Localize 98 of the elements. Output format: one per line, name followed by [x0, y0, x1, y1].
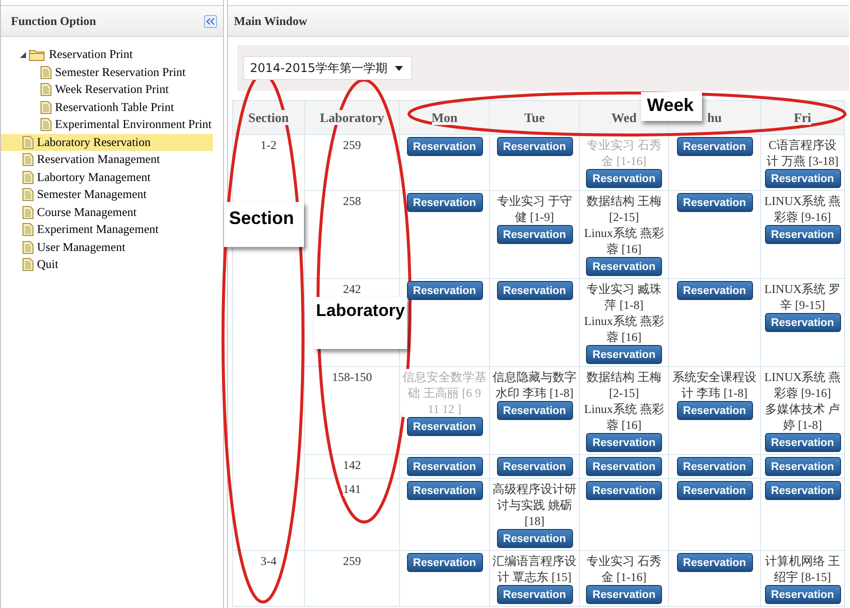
reservation-button[interactable]: Reservation [496, 281, 572, 300]
tree-item[interactable]: Reservationh Table Print [1, 98, 223, 116]
reservation-button[interactable]: Reservation [586, 481, 662, 500]
tree-item[interactable]: Semester Reservation Print [1, 64, 223, 81]
reservation-button[interactable]: Reservation [406, 137, 482, 156]
reservation-button[interactable]: Reservation [406, 281, 482, 300]
document-icon [22, 188, 34, 202]
collapse-button[interactable] [204, 14, 217, 28]
course-entry: 多媒体技术 卢婷 [1-8] [763, 401, 842, 433]
document-icon [40, 118, 52, 132]
course-entry: LINUX系统 燕彩蓉 [9-16] [763, 369, 842, 401]
tree-item[interactable]: Reservation Management [1, 151, 223, 168]
course-entry: LINUX系统 罗辛 [9-15] [763, 281, 842, 313]
tree-item[interactable]: Semester Management [1, 186, 223, 204]
tree-item[interactable]: Experiment Management [1, 221, 223, 238]
column-header: Laboratory [320, 110, 384, 125]
reservation-button[interactable]: Reservation [676, 481, 752, 500]
collapse-triangle-icon[interactable] [20, 52, 26, 58]
tree-item[interactable]: Experimental Environment Print [1, 116, 223, 134]
section-label: 1-2 [260, 138, 276, 152]
course-entry: Linux系统 燕彩蓉 [16] [582, 401, 666, 433]
reservation-button[interactable]: Reservation [676, 137, 752, 156]
folder-icon [29, 48, 46, 61]
reservation-button[interactable]: Reservation [586, 257, 662, 276]
reservation-button[interactable]: Reservation [496, 585, 572, 604]
document-icon [22, 223, 34, 236]
document-icon [22, 153, 34, 166]
column-header: hu [707, 110, 722, 125]
course-entry: 高级程序设计研讨与实践 姚砺 [18] [492, 481, 577, 529]
reservation-button[interactable]: Reservation [406, 193, 482, 212]
double-chevron-icon [206, 18, 215, 24]
laboratory-number: 242 [343, 282, 361, 296]
course-entry: Linux系统 燕彩蓉 [16] [582, 313, 666, 345]
reservation-button[interactable]: Reservation [764, 433, 840, 452]
callout-label: Laboratory [314, 297, 407, 349]
tree-item[interactable]: Labortory Management [1, 168, 223, 186]
caret-icon [395, 66, 404, 70]
tree-item[interactable]: Laboratory Reservation [1, 134, 213, 151]
reservation-button[interactable]: Reservation [676, 553, 752, 572]
laboratory-number: 259 [343, 554, 361, 568]
reservation-button[interactable]: Reservation [406, 553, 482, 572]
laboratory-number: 158-150 [332, 370, 372, 384]
column-header: Section [248, 110, 289, 125]
reservation-button[interactable]: Reservation [586, 169, 662, 188]
laboratory-number: 259 [343, 138, 361, 152]
reservation-button[interactable]: Reservation [764, 225, 840, 244]
reservation-button[interactable]: Reservation [764, 585, 840, 604]
laboratory-number: 258 [343, 194, 361, 208]
callout-label: Week [641, 92, 702, 121]
reservation-button[interactable]: Reservation [676, 457, 752, 476]
reservation-button[interactable]: Reservation [764, 481, 840, 500]
reservation-button[interactable]: Reservation [406, 481, 482, 500]
document-icon [22, 258, 34, 272]
document-icon [22, 206, 34, 219]
reservation-button[interactable]: Reservation [676, 193, 752, 212]
reservation-button[interactable]: Reservation [406, 417, 482, 436]
reservation-button[interactable]: Reservation [406, 457, 482, 476]
course-entry: LINUX系统 燕彩蓉 [9-16] [763, 193, 842, 225]
tree-item[interactable]: Week Reservation Print [1, 81, 223, 98]
reservation-button[interactable]: Reservation [496, 225, 572, 244]
laboratory-number: 141 [343, 482, 361, 496]
reservation-button[interactable]: Reservation [496, 401, 572, 420]
reservation-button[interactable]: Reservation [496, 137, 572, 156]
document-icon [22, 170, 34, 184]
tree-item[interactable]: Quit [1, 256, 223, 274]
reservation-button[interactable]: Reservation [586, 345, 662, 364]
tree-item[interactable]: Course Management [1, 204, 223, 221]
reservation-button[interactable]: Reservation [586, 433, 662, 452]
document-icon [22, 136, 34, 149]
reservation-button[interactable]: Reservation [496, 457, 572, 476]
laboratory-number: 142 [343, 458, 361, 472]
tree-item[interactable]: Reservation Print [1, 46, 223, 64]
document-icon [40, 83, 52, 96]
reservation-button[interactable]: Reservation [764, 169, 840, 188]
panel-title: Function Option [11, 14, 96, 28]
document-icon [22, 240, 34, 254]
reservation-button[interactable]: Reservation [586, 585, 662, 604]
column-header: Wed [611, 110, 637, 125]
document-icon [40, 100, 52, 114]
reservation-button[interactable]: Reservation [676, 401, 752, 420]
course-entry: 信息安全数学基础 王高丽 [6 9 11 12 ] [402, 369, 487, 417]
panel-title: Main Window [234, 14, 308, 28]
reservation-button[interactable]: Reservation [496, 529, 572, 548]
course-entry: 信息隐藏与数字水印 李玮 [1-8] [492, 369, 577, 401]
reservation-button[interactable]: Reservation [764, 313, 840, 332]
course-entry: 汇编语言程序设计 覃志东 [15] [492, 553, 577, 585]
course-entry: 计算机网络 王绍宇 [8-15] [763, 553, 842, 585]
reservation-button[interactable]: Reservation [676, 281, 752, 300]
reservation-button[interactable]: Reservation [764, 457, 840, 476]
course-entry: Linux系统 燕彩蓉 [16] [582, 225, 666, 257]
column-header: Fri [794, 110, 812, 125]
semester-dropdown[interactable]: 2014-2015学年第一学期 [243, 56, 412, 80]
reservation-button[interactable]: Reservation [586, 457, 662, 476]
course-entry: 系统安全课程设计 李玮 [1-8] [671, 369, 758, 401]
document-icon [40, 66, 52, 79]
callout-label: Section [224, 202, 304, 247]
tree-item[interactable]: User Management [1, 238, 223, 256]
section-label: 3-4 [260, 554, 276, 568]
